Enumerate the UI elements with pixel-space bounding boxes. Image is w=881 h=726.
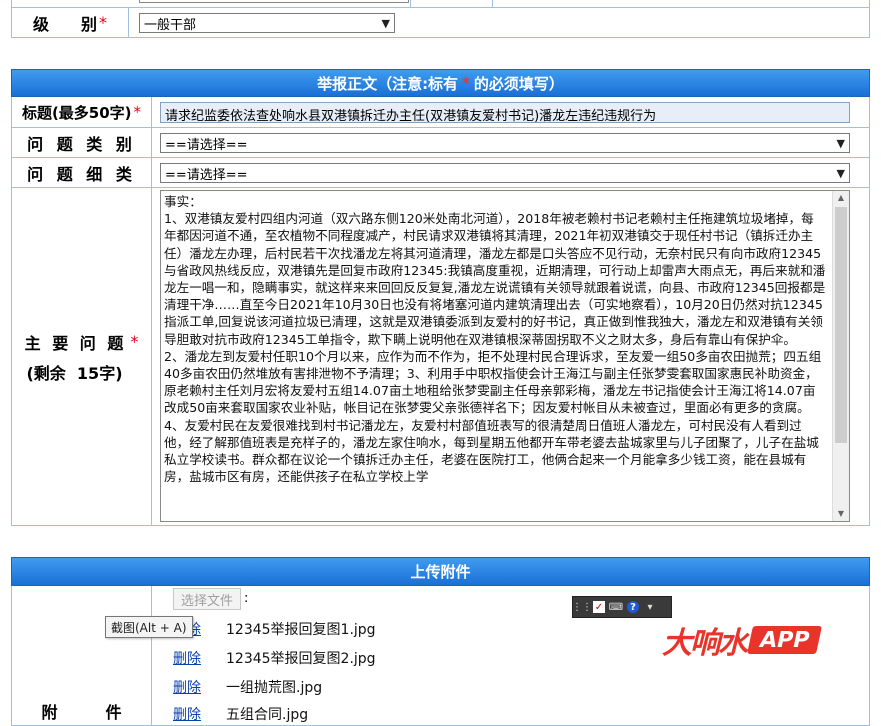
scroll-down-icon[interactable]: ▼ (833, 507, 849, 521)
report-section-header: 举报正文（注意:标有 * 的必须填写） (11, 69, 870, 97)
subcategory-label: 问 题 细 类 (27, 164, 136, 184)
help-icon[interactable]: ? (627, 601, 639, 613)
upload-section-header: 上传附件 (11, 557, 870, 586)
choose-file-button[interactable]: 选择文件 (173, 588, 241, 610)
attachment-item: 删除 12345举报回复图2.jpg (173, 648, 376, 668)
level-select[interactable]: 一般干部 ▼ (139, 13, 395, 33)
attachment-item: 删除 一组抛荒图.jpg (173, 677, 322, 697)
attachment-filename: 12345举报回复图1.jpg (226, 622, 376, 638)
report-header-suffix: 的必须填写） (473, 74, 564, 93)
category-row: 问 题 类 别 ==请选择== ▼ (12, 128, 869, 158)
subcategory-cell: ==请选择== ▼ (153, 158, 869, 187)
remaining-count: (剩余 15字) (26, 363, 123, 383)
level-table: 级 别 * 一般干部 ▼ (11, 7, 870, 38)
floating-toolbar: ⋮⋮ ✓ ⌨ ? ▾ (572, 596, 672, 618)
choose-file-colon: : (244, 591, 249, 606)
category-select[interactable]: ==请选择== ▼ (160, 133, 850, 153)
chevron-down-icon: ▼ (836, 167, 845, 180)
level-cell: 一般干部 ▼ (130, 8, 869, 37)
report-form-table: 标题(最多50字) * 请求纪监委依法查处响水县双港镇拆迁办主任(双港镇友爱村书… (11, 97, 870, 526)
brand-name: 大响水 (662, 626, 748, 661)
title-row: 标题(最多50字) * 请求纪监委依法查处响水县双港镇拆迁办主任(双港镇友爱村书… (12, 97, 869, 128)
subcategory-select[interactable]: ==请选择== ▼ (160, 163, 850, 183)
textarea-scrollbar[interactable]: ▲ ▼ (832, 191, 849, 521)
brand-watermark: 大响水 APP (662, 620, 823, 661)
grip-icon[interactable]: ⋮⋮ (572, 601, 592, 613)
title-cell: 请求纪监委依法查处响水县双港镇拆迁办主任(双港镇友爱村书记)潘龙左违纪违规行为 (153, 97, 869, 127)
main-issue-label: 主 要 问 题 (24, 333, 127, 353)
main-issue-row: 主 要 问 题 * (剩余 15字) 事实： 1、双港镇友爱村四组内河道（双六路… (12, 188, 869, 525)
main-issue-label-line: 主 要 问 题 * (25, 330, 139, 354)
scroll-up-icon[interactable]: ▲ (833, 191, 849, 205)
category-cell: ==请选择== ▼ (153, 128, 869, 157)
title-label: 标题(最多50字) (21, 103, 132, 122)
chevron-down-icon: ▼ (381, 17, 390, 30)
report-header-prefix: 举报正文（注意:标有 (317, 74, 459, 93)
title-input[interactable]: 请求纪监委依法查处响水县双港镇拆迁办主任(双港镇友爱村书记)潘龙左违纪违规行为 (160, 102, 850, 123)
level-label: 级 别 (32, 14, 97, 34)
category-selected-value: ==请选择== (165, 137, 248, 153)
delete-link[interactable]: 删除 (173, 680, 201, 696)
title-label-cell: 标题(最多50字) * (12, 97, 152, 127)
subcategory-selected-value: ==请选择== (165, 167, 248, 183)
delete-link[interactable]: 删除 (173, 707, 201, 723)
attachment-filename: 12345举报回复图2.jpg (226, 651, 376, 667)
scrollbar-thumb[interactable] (835, 207, 847, 443)
keyboard-icon[interactable]: ⌨ (609, 601, 623, 613)
level-required-mark: * (99, 13, 107, 32)
main-issue-textarea[interactable]: 事实： 1、双港镇友爱村四组内河道（双六路东侧120米处南北河道），2018年被… (160, 190, 850, 522)
main-issue-cell: 事实： 1、双港镇友爱村四组内河道（双六路东侧120米处南北河道），2018年被… (153, 188, 869, 525)
report-header-star: * (462, 74, 470, 92)
subcategory-row: 问 题 细 类 ==请选择== ▼ (12, 158, 869, 188)
main-issue-label-cell: 主 要 问 题 * (剩余 15字) (12, 188, 152, 525)
attachment-item: 删除 五组合同.jpg (173, 704, 308, 724)
upload-header-text: 上传附件 (410, 563, 471, 581)
attachment-label-cell: 附 件 (12, 586, 152, 725)
main-issue-required-mark: * (130, 332, 139, 351)
subcategory-label-cell: 问 题 细 类 (12, 158, 152, 187)
title-required-mark: * (133, 103, 142, 121)
level-label-cell: 级 别 * (12, 8, 129, 37)
screenshot-tooltip: 截图(Alt + A) (105, 616, 193, 638)
attachment-filename: 五组合同.jpg (226, 707, 309, 723)
toolbar-chevron-icon[interactable]: ▾ (644, 601, 656, 613)
attachment-label: 附 件 (41, 703, 122, 722)
category-label: 问 题 类 别 (27, 134, 136, 154)
top-row-input-edge[interactable] (139, 0, 409, 3)
main-issue-text: 事实： 1、双港镇友爱村四组内河道（双六路东侧120米处南北河道），2018年被… (164, 194, 826, 485)
level-selected-value: 一般干部 (144, 17, 197, 33)
delete-link[interactable]: 删除 (173, 651, 201, 667)
category-label-cell: 问 题 类 别 (12, 128, 152, 157)
attachment-filename: 一组抛荒图.jpg (226, 680, 323, 696)
brand-app-badge: APP (747, 626, 823, 654)
chevron-down-icon: ▼ (836, 137, 845, 150)
pdf-icon[interactable]: ✓ (593, 601, 605, 613)
